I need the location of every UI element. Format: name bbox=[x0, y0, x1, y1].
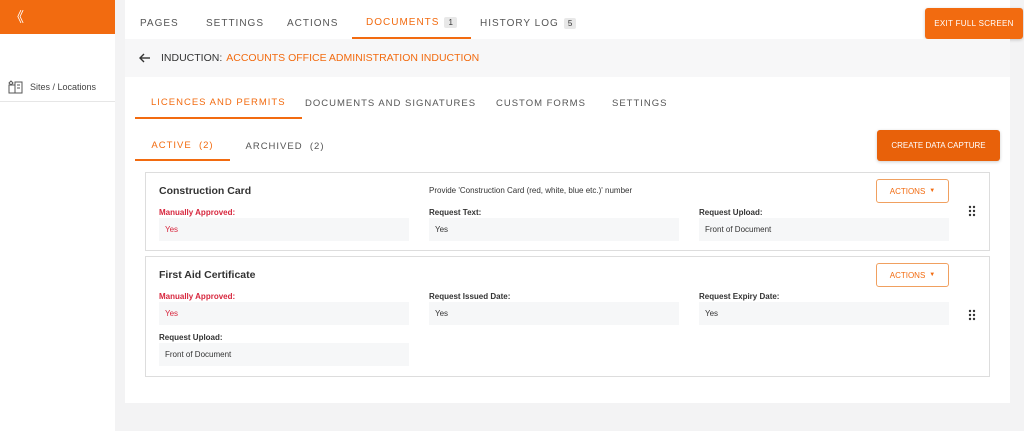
field-value: Front of Document bbox=[159, 343, 409, 366]
exit-full-screen-button[interactable]: EXIT FULL SCREEN bbox=[925, 8, 1023, 39]
tab-label: ACTIVE (2) bbox=[151, 139, 214, 151]
tab-label: DOCUMENTS bbox=[366, 17, 440, 28]
tab-label: SETTINGS bbox=[612, 98, 668, 109]
tab-label: HISTORY LOG bbox=[480, 18, 559, 29]
tab-archived[interactable]: ARCHIVED (2) bbox=[240, 131, 330, 161]
sidebar-collapse-button[interactable]: 《 bbox=[0, 0, 115, 34]
actions-label: ACTIONS bbox=[889, 186, 926, 196]
field-label: Request Upload: bbox=[699, 208, 763, 217]
tab-label: ARCHIVED (2) bbox=[245, 140, 325, 152]
tab-active[interactable]: ACTIVE (2) bbox=[135, 131, 230, 161]
field-value: Yes bbox=[159, 218, 409, 241]
main-panel: PAGES SETTINGS ACTIONS DOCUMENTS 1 HISTO… bbox=[125, 0, 1023, 403]
tab-settings[interactable]: SETTINGS bbox=[206, 8, 264, 39]
field-label: Manually Approved: bbox=[159, 292, 236, 301]
status-tabs: ACTIVE (2) ARCHIVED (2) bbox=[135, 131, 435, 161]
drag-handle-icon[interactable] bbox=[968, 205, 976, 217]
sidebar-item-label: Sites / Locations bbox=[30, 81, 97, 92]
tab-documents[interactable]: DOCUMENTS 1 bbox=[352, 8, 471, 39]
field-value: Front of Document bbox=[699, 218, 949, 241]
tab-label: DOCUMENTS AND SIGNATURES bbox=[305, 98, 477, 109]
tab-label: CUSTOM FORMS bbox=[496, 98, 586, 109]
field-value: Yes bbox=[429, 302, 679, 325]
sidebar-item-sites-locations[interactable]: Sites / Locations bbox=[0, 72, 115, 102]
tab-label: PAGES bbox=[140, 18, 179, 29]
data-capture-card: First Aid Certificate ACTIONS ▼ Manually… bbox=[145, 256, 990, 377]
tab-label: SETTINGS bbox=[206, 18, 265, 29]
sidebar: 《 Sites / Locations bbox=[0, 0, 115, 431]
tab-label: LICENCES AND PERMITS bbox=[151, 97, 286, 108]
card-title: Construction Card bbox=[159, 185, 252, 197]
field-label: Request Expiry Date: bbox=[699, 292, 780, 301]
caret-down-icon: ▼ bbox=[929, 272, 936, 278]
card-title: First Aid Certificate bbox=[159, 269, 256, 281]
tab-history-log[interactable]: HISTORY LOG 5 bbox=[480, 8, 577, 39]
create-data-capture-button[interactable]: CREATE DATA CAPTURE bbox=[877, 130, 1000, 161]
page-header: INDUCTION: ACCOUNTS OFFICE ADMINISTRATIO… bbox=[125, 39, 1010, 77]
page-title-prefix: INDUCTION: bbox=[161, 52, 223, 64]
field-label: Request Text: bbox=[429, 208, 482, 217]
data-capture-card: Construction Card Provide 'Construction … bbox=[145, 172, 990, 251]
building-icon bbox=[8, 79, 23, 93]
tab-label: ACTIONS bbox=[287, 18, 339, 29]
sub-tabs: LICENCES AND PERMITS DOCUMENTS AND SIGNA… bbox=[135, 88, 1005, 119]
caret-down-icon: ▼ bbox=[929, 188, 936, 194]
tab-documents-and-signatures[interactable]: DOCUMENTS AND SIGNATURES bbox=[305, 88, 476, 119]
actions-dropdown-button[interactable]: ACTIONS ▼ bbox=[876, 263, 949, 287]
arrow-left-icon[interactable] bbox=[139, 53, 151, 63]
card-description: Provide 'Construction Card (red, white, … bbox=[429, 186, 633, 195]
tab-actions[interactable]: ACTIONS bbox=[287, 8, 338, 39]
tab-custom-forms[interactable]: CUSTOM FORMS bbox=[496, 88, 586, 119]
page-title: ACCOUNTS OFFICE ADMINISTRATION INDUCTION bbox=[226, 52, 480, 64]
actions-label: ACTIONS bbox=[889, 270, 926, 280]
tab-licences-and-permits[interactable]: LICENCES AND PERMITS bbox=[135, 88, 302, 119]
top-nav: PAGES SETTINGS ACTIONS DOCUMENTS 1 HISTO… bbox=[125, 8, 1023, 39]
double-chevron-left-icon: 《 bbox=[10, 9, 24, 25]
field-label: Request Upload: bbox=[159, 333, 223, 342]
actions-dropdown-button[interactable]: ACTIONS ▼ bbox=[876, 179, 949, 203]
field-value: Yes bbox=[429, 218, 679, 241]
count-badge: 1 bbox=[444, 17, 457, 28]
field-label: Manually Approved: bbox=[159, 208, 236, 217]
field-value: Yes bbox=[699, 302, 949, 325]
field-label: Request Issued Date: bbox=[429, 292, 511, 301]
tab-form-settings[interactable]: SETTINGS bbox=[612, 88, 668, 119]
count-badge: 5 bbox=[563, 18, 577, 29]
drag-handle-icon[interactable] bbox=[968, 309, 976, 321]
tab-pages[interactable]: PAGES bbox=[140, 8, 179, 39]
field-value: Yes bbox=[159, 302, 409, 325]
